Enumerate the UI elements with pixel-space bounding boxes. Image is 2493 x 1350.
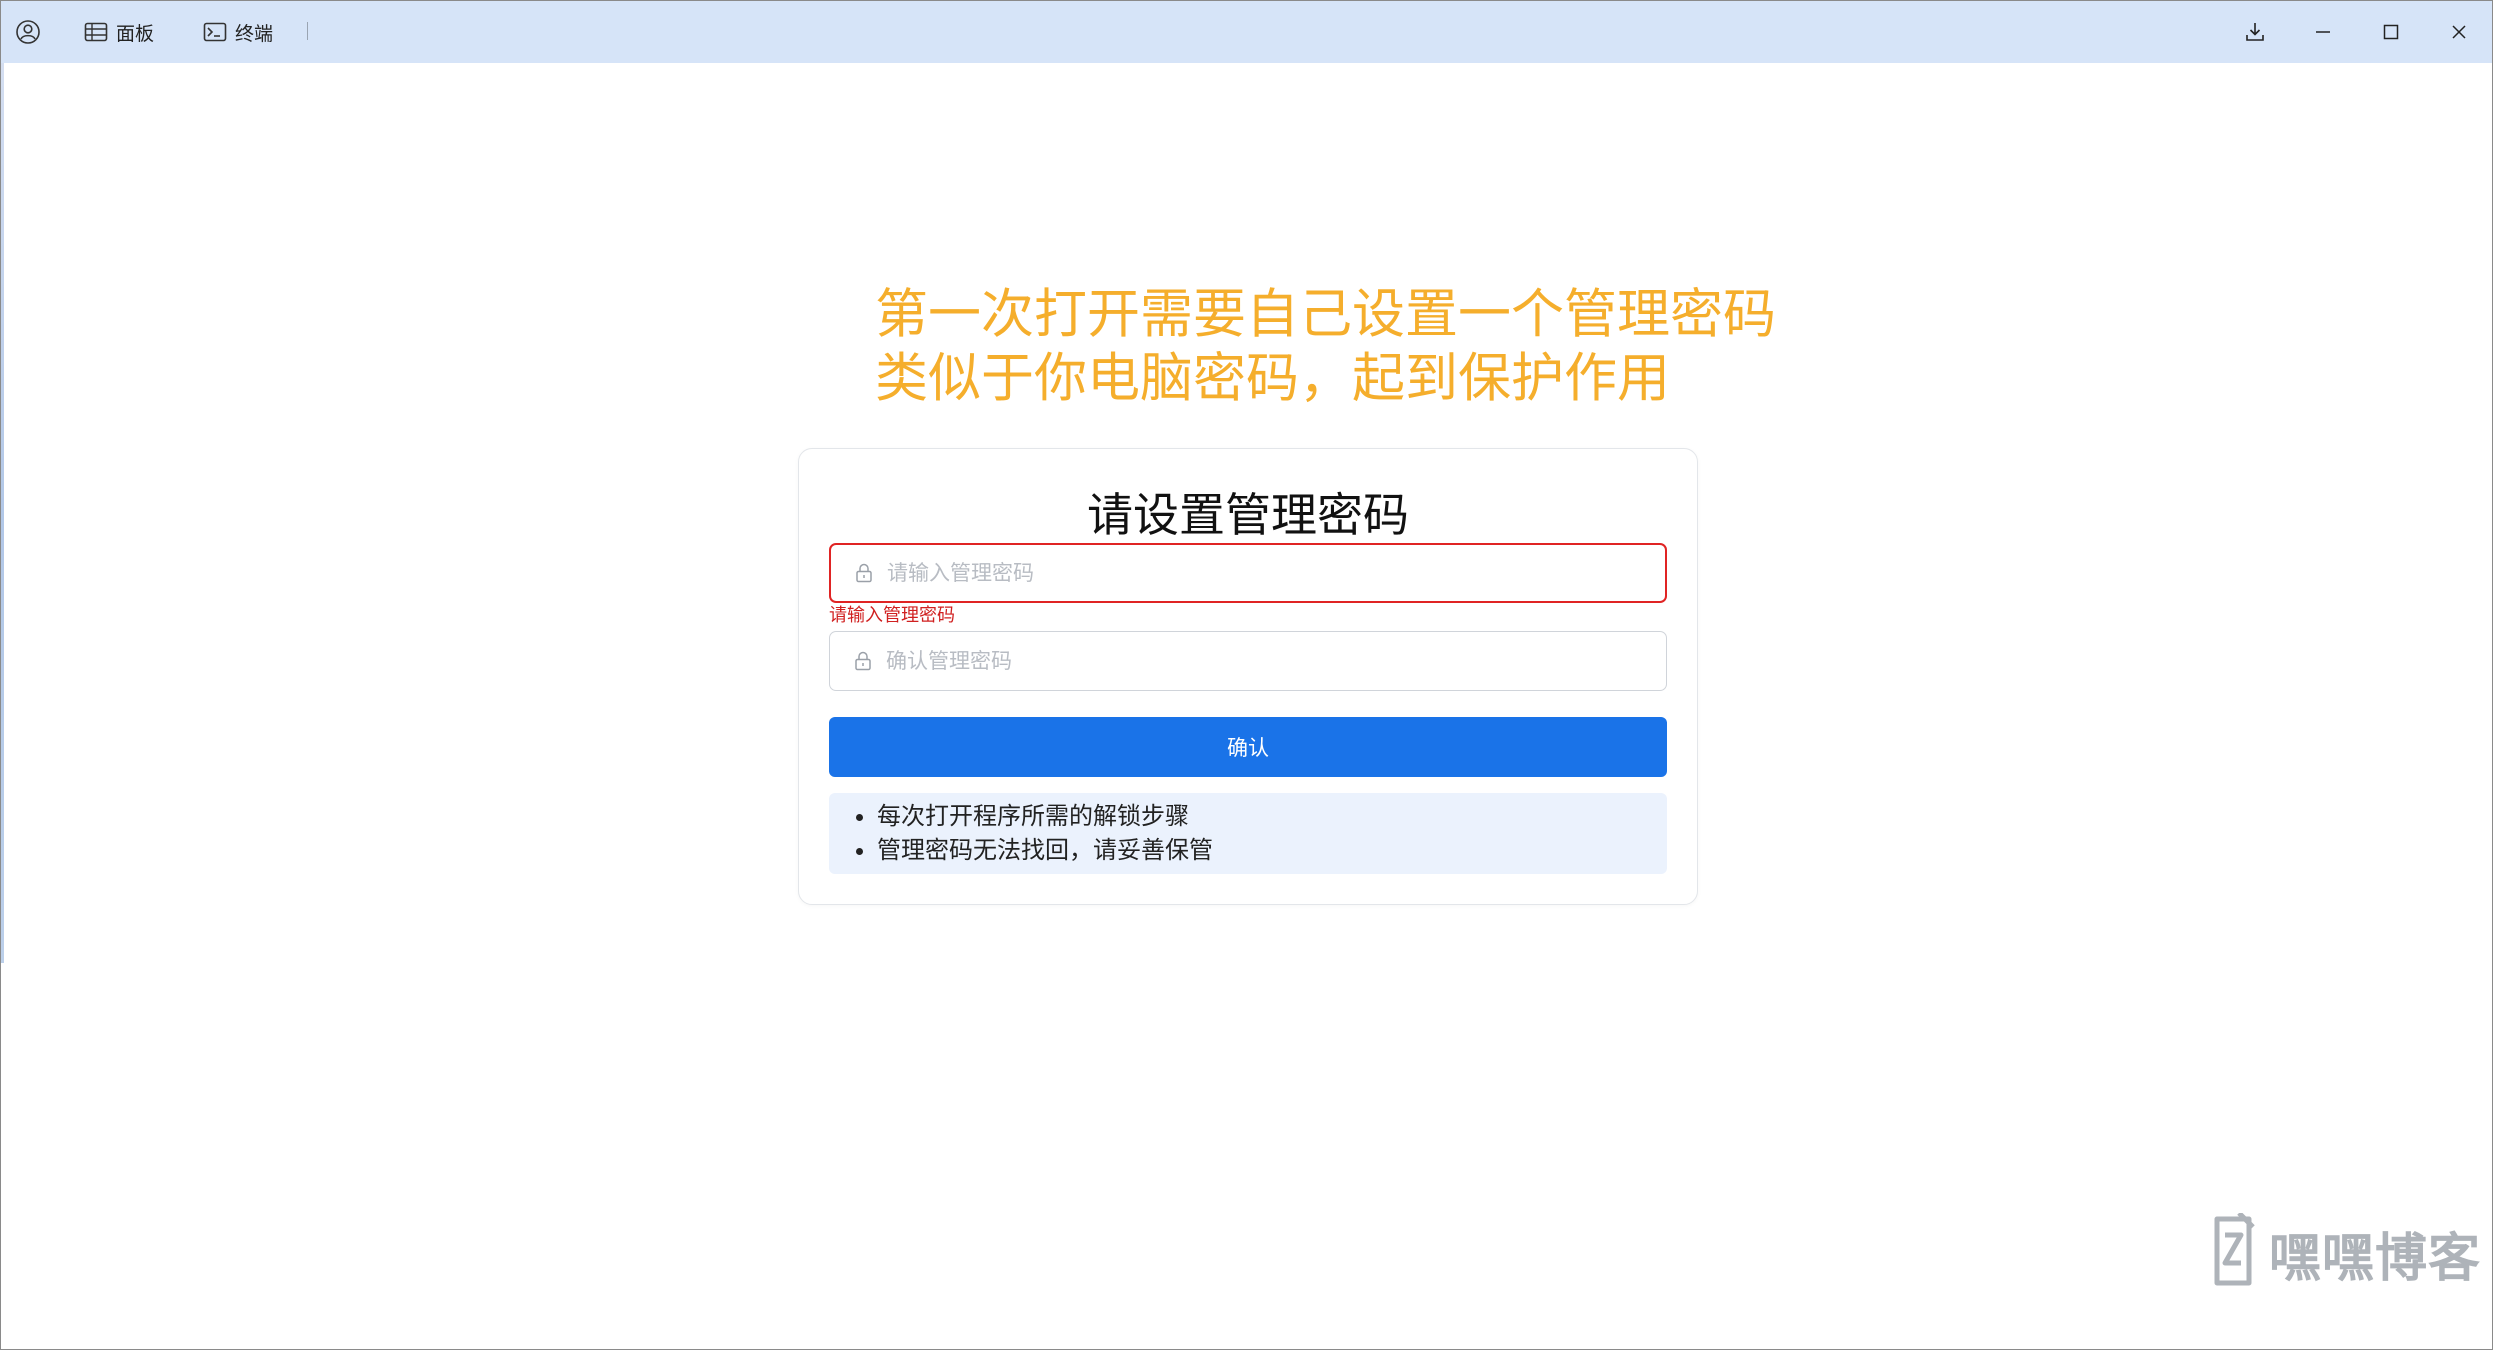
- password-input[interactable]: [885, 560, 1649, 586]
- tab-panel-label: 面板: [116, 22, 155, 45]
- close-button[interactable]: [2429, 1, 2489, 63]
- lock-icon: [855, 563, 873, 583]
- set-password-card: 请设置管理密码 请输入管理密码 确认 • 每次打开程序所需的解锁步骤 • 管理密…: [798, 448, 1698, 905]
- download-button[interactable]: [2225, 1, 2285, 63]
- watermark-logo-icon: [2209, 1211, 2257, 1293]
- tips-box: 每次打开程序所需的解锁步骤 管理密码无法找回，请妥善保管: [829, 793, 1667, 874]
- tab-terminal[interactable]: 终端: [203, 1, 273, 63]
- minimize-icon: [2316, 31, 2330, 33]
- download-icon: [2246, 23, 2264, 41]
- app-window: 面板 终端 第一次打开需要自己设置一个管理密码 类似于你电脑密码，起到保护作用 …: [0, 0, 2493, 1350]
- confirm-button[interactable]: 确认: [829, 717, 1667, 777]
- titlebar-divider: [307, 22, 308, 40]
- window-edge: [1, 63, 4, 963]
- tip-item: 每次打开程序所需的解锁步骤: [877, 799, 1667, 833]
- confirm-password-input[interactable]: [884, 648, 1648, 674]
- tab-terminal-label: 终端: [235, 22, 274, 45]
- title-bar: 面板 终端: [1, 1, 2492, 63]
- annotation-line-1: 第一次打开需要自己设置一个管理密码: [875, 284, 1776, 345]
- maximize-icon: [2383, 24, 2399, 40]
- maximize-button[interactable]: [2361, 1, 2421, 63]
- confirm-password-field[interactable]: [829, 631, 1667, 691]
- password-error-message: 请输入管理密码: [829, 605, 955, 626]
- card-title: 请设置管理密码: [1087, 488, 1409, 542]
- tips-list: 每次打开程序所需的解锁步骤 管理密码无法找回，请妥善保管: [829, 799, 1667, 867]
- terminal-icon: [203, 22, 227, 42]
- annotation-line-2: 类似于你电脑密码，起到保护作用: [875, 348, 1670, 409]
- user-avatar-icon[interactable]: [15, 1, 41, 63]
- watermark: 嘿嘿博客: [2209, 1211, 2482, 1293]
- lock-icon: [854, 651, 872, 671]
- close-icon: [2452, 25, 2466, 39]
- minimize-button[interactable]: [2293, 1, 2353, 63]
- tab-panel[interactable]: 面板: [84, 1, 154, 63]
- password-field[interactable]: [829, 543, 1667, 603]
- annotation-text: 第一次打开需要自己设置一个管理密码 类似于你电脑密码，起到保护作用: [875, 283, 1776, 411]
- watermark-text: 嘿嘿博客: [2269, 1228, 2482, 1289]
- tip-item: 管理密码无法找回，请妥善保管: [877, 833, 1667, 867]
- table-icon: [84, 22, 108, 42]
